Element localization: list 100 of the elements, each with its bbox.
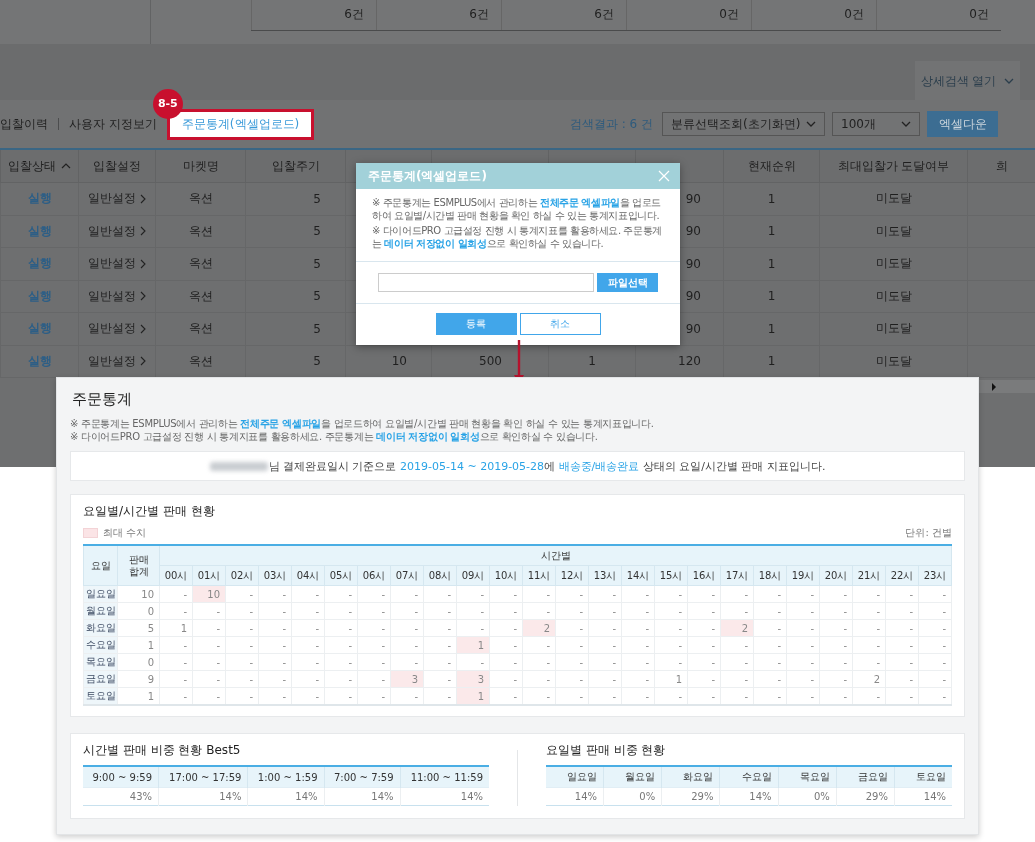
table-cell: - <box>885 670 919 688</box>
table-cell: 5 <box>313 354 321 369</box>
table-cell: 120 <box>678 354 701 369</box>
table-cell: - <box>720 585 754 603</box>
table-cell: - <box>423 619 457 637</box>
table-cell: - <box>654 653 688 671</box>
summary-cell: 6건 <box>251 0 376 30</box>
table-cell: - <box>225 619 259 637</box>
table-cell: - <box>357 585 391 603</box>
table-cell: - <box>291 670 325 688</box>
table-cell: - <box>324 670 358 688</box>
panel-note: ※ 주문통계는 ESMPLUS에서 관리하는 전체주문 엑셀파일을 업로드하여 요일별/시간별 판매 현황을 확인 하실 수 있는 통계지표입니다. <box>70 417 655 430</box>
table-cell: - <box>819 602 853 620</box>
table-cell: - <box>324 585 358 603</box>
table-cell: 1 <box>767 289 776 304</box>
cancel-button[interactable]: 취소 <box>519 313 601 335</box>
table-cell: - <box>687 619 721 637</box>
table-cell: - <box>555 619 589 637</box>
excel-download-button[interactable]: 엑셀다운 <box>927 111 998 137</box>
table-cell: - <box>390 653 424 671</box>
horizontal-scrollbar[interactable] <box>979 380 1035 393</box>
column-header: 수요일 <box>719 766 779 788</box>
table-cell: - <box>819 670 853 688</box>
table-cell: - <box>687 653 721 671</box>
column-header: 토요일 <box>894 766 952 788</box>
table-cell: - <box>852 653 886 671</box>
table-cell: - <box>357 653 391 671</box>
table-cell: - <box>918 653 952 671</box>
section-title: 시간별 판매 비중 현황 Best5 <box>83 742 242 759</box>
page-size-select[interactable]: 100개 <box>832 112 920 136</box>
summary-cell: 0건 <box>751 0 876 30</box>
table-cell: - <box>159 636 193 654</box>
table-cell: - <box>192 636 226 654</box>
table-cell: - <box>522 636 556 654</box>
table-cell: 옥션 <box>188 191 213 206</box>
chevron-right-icon <box>140 258 146 269</box>
table-cell: 1 <box>767 354 776 369</box>
detail-search-toggle[interactable]: 상세검색 열기 <box>915 61 1020 101</box>
close-icon[interactable] <box>658 170 670 182</box>
submit-button[interactable]: 등록 <box>435 313 517 335</box>
column-header: 일요일 <box>546 766 604 788</box>
legend-swatch <box>83 528 98 538</box>
table-cell: - <box>456 653 490 671</box>
file-path-field[interactable] <box>378 273 594 292</box>
table-cell: 90 <box>685 191 701 206</box>
panel-note: ※ 다이어드PRO 고급설정 진행 시 통계지표를 활용하세요. 주문통계는 데이터 저장없이 일회성으로 확인하실 수 있습니다. <box>70 430 599 443</box>
table-cell: - <box>621 585 655 603</box>
table-cell: - <box>522 585 556 603</box>
table-cell: 90 <box>685 224 701 239</box>
chevron-right-icon <box>140 356 146 367</box>
table-cell: 0 <box>117 653 160 671</box>
table-cell: 14% <box>158 787 248 806</box>
table-cell: - <box>225 653 259 671</box>
table-cell: - <box>258 653 292 671</box>
table-cell: - <box>357 602 391 620</box>
table-cell: 5 <box>117 619 160 637</box>
chevron-right-icon <box>140 226 146 237</box>
table-cell: - <box>588 636 622 654</box>
table-cell: 14% <box>719 787 779 806</box>
summary-cell: 0건 <box>876 0 1001 30</box>
table-cell: - <box>852 636 886 654</box>
table-cell: 옥션 <box>188 353 213 368</box>
table-cell: - <box>786 585 820 603</box>
chevron-down-icon <box>806 121 816 127</box>
table-cell: - <box>819 585 853 603</box>
table-cell: 5 <box>313 191 321 206</box>
column-header: 1:00 ~ 1:59 <box>247 766 324 788</box>
table-cell: - <box>753 670 787 688</box>
column-header: 요일 <box>83 545 118 586</box>
table-cell: - <box>918 585 952 603</box>
table-cell: - <box>291 585 325 603</box>
table-cell: 9 <box>117 670 160 688</box>
panel-title: 주문통계 <box>72 390 133 409</box>
table-cell: - <box>390 636 424 654</box>
column-header: 17:00 ~ 17:59 <box>158 766 248 788</box>
table-cell: - <box>687 636 721 654</box>
dialog-title: 주문통계(엑셀업로드) <box>368 167 487 185</box>
table-cell: - <box>291 653 325 671</box>
view-link[interactable]: 입찰이력 <box>0 115 48 133</box>
summary-cell: 6건 <box>376 0 501 30</box>
file-select-button[interactable]: 파일선택 <box>597 273 658 292</box>
table-cell: - <box>786 636 820 654</box>
table-cell: - <box>885 602 919 620</box>
column-header: 판매 합계 <box>117 545 160 586</box>
table-cell: - <box>885 636 919 654</box>
table-cell: - <box>687 585 721 603</box>
table-cell: - <box>522 670 556 688</box>
table-cell: - <box>258 670 292 688</box>
table-cell: - <box>192 602 226 620</box>
table-cell: - <box>720 670 754 688</box>
table-cell: - <box>753 653 787 671</box>
table-cell: 1 <box>159 619 193 637</box>
table-cell: 1 <box>767 224 776 239</box>
table-cell: - <box>324 653 358 671</box>
column-header: 마켓명 <box>182 158 219 173</box>
view-link[interactable]: 주문통계(엑셀업로드) <box>166 108 315 140</box>
table-cell: - <box>291 619 325 637</box>
table-cell: - <box>918 670 952 688</box>
table-cell: - <box>324 602 358 620</box>
category-select[interactable]: 분류선택조회(초기화면) <box>662 112 825 136</box>
